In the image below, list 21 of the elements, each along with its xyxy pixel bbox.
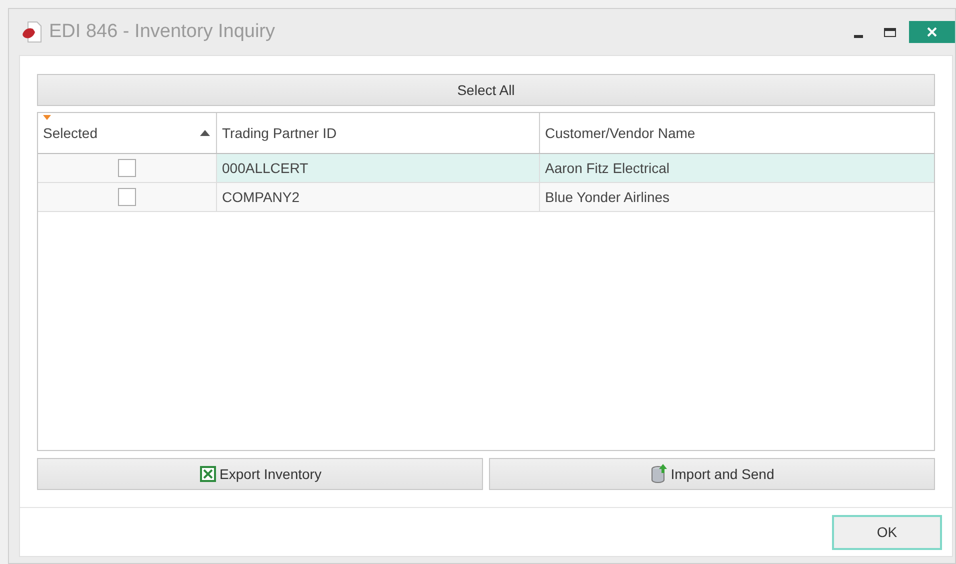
sort-ascending-icon bbox=[200, 130, 210, 136]
window-title: EDI 846 - Inventory Inquiry bbox=[49, 20, 275, 44]
database-upload-icon bbox=[650, 464, 668, 484]
app-icon bbox=[21, 21, 43, 43]
column-header[interactable]: Selected bbox=[38, 113, 217, 153]
filter-marker-icon bbox=[43, 115, 51, 120]
export-button[interactable]: Export Inventory bbox=[37, 458, 483, 490]
column-header[interactable]: Trading Partner ID bbox=[217, 113, 540, 153]
table-cell: 000ALLCERT bbox=[217, 154, 540, 182]
table-cell-text: Aaron Fitz Electrical bbox=[544, 158, 670, 178]
spreadsheet-icon bbox=[198, 465, 217, 483]
table-cell: COMPANY2 bbox=[217, 183, 540, 211]
close-button[interactable] bbox=[909, 21, 955, 43]
row-checkbox[interactable] bbox=[118, 159, 136, 177]
column-header[interactable]: Customer/Vendor Name bbox=[540, 113, 934, 153]
import-button[interactable]: Import and Send bbox=[489, 458, 935, 490]
ok-button[interactable]: OK bbox=[832, 514, 942, 550]
row-checkbox[interactable] bbox=[118, 188, 136, 206]
table-cell-text: Blue Yonder Airlines bbox=[544, 188, 671, 206]
close-icon bbox=[927, 27, 937, 37]
select-all-button[interactable]: Select All bbox=[37, 74, 935, 106]
